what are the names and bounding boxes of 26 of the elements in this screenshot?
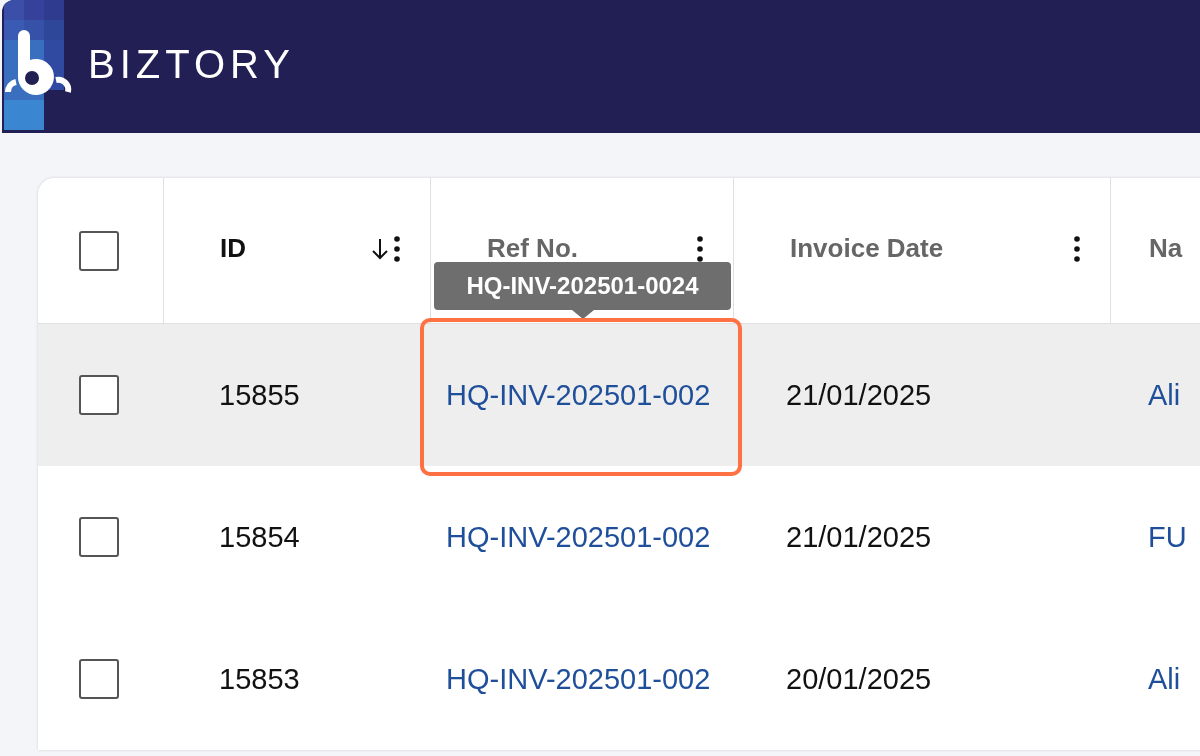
- ref-link[interactable]: HQ-INV-202501-002: [446, 378, 711, 412]
- row-checkbox[interactable]: [78, 517, 119, 557]
- table-cell: 21/01/2025: [786, 378, 932, 412]
- name-link[interactable]: Ali: [1148, 662, 1181, 696]
- column-header[interactable]: Ref No.: [487, 233, 691, 264]
- column-menu-icon[interactable]: [697, 235, 703, 262]
- table-cell: 20/01/2025: [786, 662, 932, 696]
- column-header[interactable]: Invoice Date: [790, 233, 1068, 264]
- column-header[interactable]: Na: [1149, 233, 1200, 264]
- column-menu-icon[interactable]: [1074, 235, 1080, 262]
- column-header[interactable]: ID: [220, 233, 366, 264]
- row-checkbox[interactable]: [78, 375, 119, 415]
- ref-link[interactable]: HQ-INV-202501-002: [446, 520, 711, 554]
- row-checkbox[interactable]: [78, 659, 119, 699]
- ref-link[interactable]: HQ-INV-202501-002: [446, 662, 711, 696]
- name-link[interactable]: Ali: [1148, 378, 1181, 412]
- brand-name: BIZTORY: [88, 42, 295, 87]
- name-link[interactable]: FU: [1148, 520, 1187, 554]
- select-all-checkbox[interactable]: [78, 230, 119, 271]
- tooltip: HQ-INV-202501-0024: [434, 262, 731, 319]
- table-cell: 15854: [219, 520, 300, 554]
- column-menu-icon[interactable]: [394, 235, 400, 262]
- sort-down-icon[interactable]: [372, 237, 388, 260]
- table-cell: 21/01/2025: [786, 520, 932, 554]
- table-cell: 15853: [219, 662, 300, 696]
- table-cell: 15855: [219, 378, 300, 412]
